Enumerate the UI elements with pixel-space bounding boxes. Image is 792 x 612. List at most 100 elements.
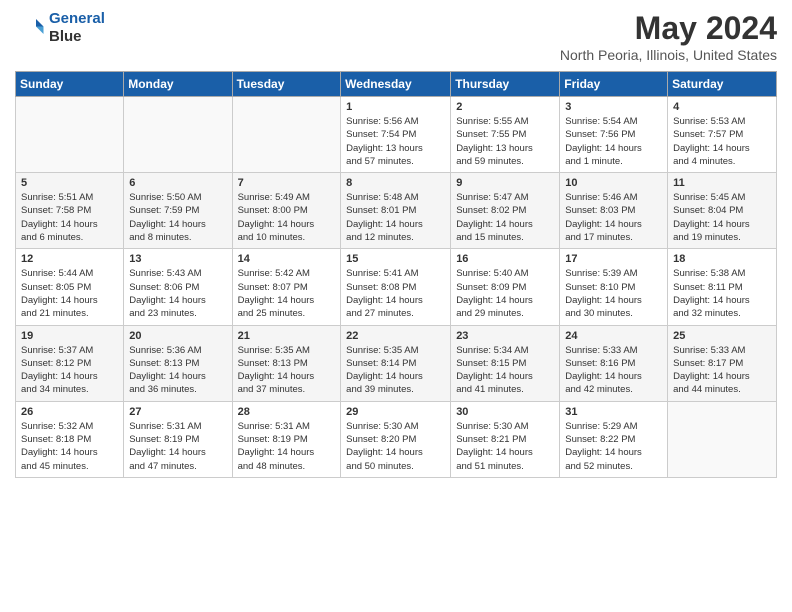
day-number: 24: [565, 330, 662, 342]
calendar-cell: [124, 97, 232, 173]
day-detail: Sunrise: 5:38 AM Sunset: 8:11 PM Dayligh…: [673, 267, 771, 320]
calendar-cell: 29 Sunrise: 5:30 AM Sunset: 8:20 PM Dayli…: [341, 401, 451, 477]
calendar-cell: [16, 97, 124, 173]
calendar-cell: 23 Sunrise: 5:34 AM Sunset: 8:15 PM Dayli…: [451, 325, 560, 401]
day-detail: Sunrise: 5:31 AM Sunset: 8:19 PM Dayligh…: [238, 420, 336, 473]
day-detail: Sunrise: 5:41 AM Sunset: 8:08 PM Dayligh…: [346, 267, 445, 320]
day-detail: Sunrise: 5:45 AM Sunset: 8:04 PM Dayligh…: [673, 191, 771, 244]
day-detail: Sunrise: 5:42 AM Sunset: 8:07 PM Dayligh…: [238, 267, 336, 320]
day-number: 8: [346, 177, 445, 189]
day-detail: Sunrise: 5:40 AM Sunset: 8:09 PM Dayligh…: [456, 267, 554, 320]
calendar-cell: 12 Sunrise: 5:44 AM Sunset: 8:05 PM Dayli…: [16, 249, 124, 325]
day-detail: Sunrise: 5:51 AM Sunset: 7:58 PM Dayligh…: [21, 191, 118, 244]
day-detail: Sunrise: 5:56 AM Sunset: 7:54 PM Dayligh…: [346, 115, 445, 168]
day-number: 11: [673, 177, 771, 189]
day-number: 27: [129, 406, 226, 418]
day-detail: Sunrise: 5:43 AM Sunset: 8:06 PM Dayligh…: [129, 267, 226, 320]
day-detail: Sunrise: 5:34 AM Sunset: 8:15 PM Dayligh…: [456, 344, 554, 397]
day-header-wednesday: Wednesday: [341, 72, 451, 97]
calendar-cell: 16Sunrise: 5:40 AM Sunset: 8:09 PM Dayli…: [451, 249, 560, 325]
day-number: 31: [565, 406, 662, 418]
day-number: 2: [456, 101, 554, 113]
day-number: 12: [21, 253, 118, 265]
day-detail: Sunrise: 5:32 AM Sunset: 8:18 PM Dayligh…: [21, 420, 118, 473]
calendar-header-row: SundayMondayTuesdayWednesdayThursdayFrid…: [16, 72, 777, 97]
calendar-cell: 3 Sunrise: 5:54 AM Sunset: 7:56 PM Daylig…: [560, 97, 668, 173]
day-header-monday: Monday: [124, 72, 232, 97]
day-number: 29: [346, 406, 445, 418]
calendar-cell: 22 Sunrise: 5:35 AM Sunset: 8:14 PM Dayli…: [341, 325, 451, 401]
calendar-cell: 4Sunrise: 5:53 AM Sunset: 7:57 PM Daylig…: [668, 97, 777, 173]
day-header-tuesday: Tuesday: [232, 72, 341, 97]
calendar-cell: 26 Sunrise: 5:32 AM Sunset: 8:18 PM Dayli…: [16, 401, 124, 477]
title-block: May 2024 North Peoria, Illinois, United …: [560, 10, 777, 63]
day-detail: Sunrise: 5:33 AM Sunset: 8:17 PM Dayligh…: [673, 344, 771, 397]
day-number: 9: [456, 177, 554, 189]
calendar-week-3: 12 Sunrise: 5:44 AM Sunset: 8:05 PM Dayli…: [16, 249, 777, 325]
day-header-sunday: Sunday: [16, 72, 124, 97]
day-detail: Sunrise: 5:35 AM Sunset: 8:13 PM Dayligh…: [238, 344, 336, 397]
calendar-cell: 19 Sunrise: 5:37 AM Sunset: 8:12 PM Dayli…: [16, 325, 124, 401]
calendar-cell: [232, 97, 341, 173]
day-detail: Sunrise: 5:30 AM Sunset: 8:20 PM Dayligh…: [346, 420, 445, 473]
calendar-cell: 9Sunrise: 5:47 AM Sunset: 8:02 PM Daylig…: [451, 173, 560, 249]
logo-icon: [15, 13, 45, 43]
calendar-week-2: 5Sunrise: 5:51 AM Sunset: 7:58 PM Daylig…: [16, 173, 777, 249]
day-detail: Sunrise: 5:29 AM Sunset: 8:22 PM Dayligh…: [565, 420, 662, 473]
calendar-cell: 21 Sunrise: 5:35 AM Sunset: 8:13 PM Dayli…: [232, 325, 341, 401]
calendar-cell: 17Sunrise: 5:39 AM Sunset: 8:10 PM Dayli…: [560, 249, 668, 325]
day-number: 15: [346, 253, 445, 265]
logo: General Blue: [15, 10, 105, 46]
day-number: 14: [238, 253, 336, 265]
calendar-cell: 14 Sunrise: 5:42 AM Sunset: 8:07 PM Dayli…: [232, 249, 341, 325]
calendar-cell: 24 Sunrise: 5:33 AM Sunset: 8:16 PM Dayli…: [560, 325, 668, 401]
calendar-cell: 11 Sunrise: 5:45 AM Sunset: 8:04 PM Dayli…: [668, 173, 777, 249]
day-detail: Sunrise: 5:36 AM Sunset: 8:13 PM Dayligh…: [129, 344, 226, 397]
calendar-cell: 31 Sunrise: 5:29 AM Sunset: 8:22 PM Dayli…: [560, 401, 668, 477]
day-detail: Sunrise: 5:30 AM Sunset: 8:21 PM Dayligh…: [456, 420, 554, 473]
day-number: 21: [238, 330, 336, 342]
calendar-cell: [668, 401, 777, 477]
month-year: May 2024: [560, 10, 777, 47]
calendar-week-5: 26 Sunrise: 5:32 AM Sunset: 8:18 PM Dayli…: [16, 401, 777, 477]
day-number: 22: [346, 330, 445, 342]
day-number: 26: [21, 406, 118, 418]
day-number: 6: [129, 177, 226, 189]
calendar-cell: 10Sunrise: 5:46 AM Sunset: 8:03 PM Dayli…: [560, 173, 668, 249]
calendar-cell: 15 Sunrise: 5:41 AM Sunset: 8:08 PM Dayli…: [341, 249, 451, 325]
page-header: General Blue May 2024 North Peoria, Illi…: [15, 10, 777, 63]
calendar-cell: 13 Sunrise: 5:43 AM Sunset: 8:06 PM Dayli…: [124, 249, 232, 325]
day-number: 25: [673, 330, 771, 342]
calendar-table: SundayMondayTuesdayWednesdayThursdayFrid…: [15, 71, 777, 478]
day-detail: Sunrise: 5:31 AM Sunset: 8:19 PM Dayligh…: [129, 420, 226, 473]
day-detail: Sunrise: 5:55 AM Sunset: 7:55 PM Dayligh…: [456, 115, 554, 168]
day-header-thursday: Thursday: [451, 72, 560, 97]
day-number: 23: [456, 330, 554, 342]
calendar-week-1: 1Sunrise: 5:56 AM Sunset: 7:54 PM Daylig…: [16, 97, 777, 173]
day-detail: Sunrise: 5:53 AM Sunset: 7:57 PM Dayligh…: [673, 115, 771, 168]
day-number: 10: [565, 177, 662, 189]
calendar-cell: 2 Sunrise: 5:55 AM Sunset: 7:55 PM Daylig…: [451, 97, 560, 173]
calendar-cell: 6Sunrise: 5:50 AM Sunset: 7:59 PM Daylig…: [124, 173, 232, 249]
day-number: 19: [21, 330, 118, 342]
calendar-week-4: 19 Sunrise: 5:37 AM Sunset: 8:12 PM Dayli…: [16, 325, 777, 401]
day-detail: Sunrise: 5:35 AM Sunset: 8:14 PM Dayligh…: [346, 344, 445, 397]
logo-line2: Blue: [49, 28, 105, 46]
day-number: 20: [129, 330, 226, 342]
logo-line1: General: [49, 10, 105, 27]
day-detail: Sunrise: 5:37 AM Sunset: 8:12 PM Dayligh…: [21, 344, 118, 397]
day-detail: Sunrise: 5:49 AM Sunset: 8:00 PM Dayligh…: [238, 191, 336, 244]
day-number: 30: [456, 406, 554, 418]
day-detail: Sunrise: 5:44 AM Sunset: 8:05 PM Dayligh…: [21, 267, 118, 320]
day-number: 17: [565, 253, 662, 265]
day-detail: Sunrise: 5:33 AM Sunset: 8:16 PM Dayligh…: [565, 344, 662, 397]
day-number: 13: [129, 253, 226, 265]
calendar-cell: 20 Sunrise: 5:36 AM Sunset: 8:13 PM Dayli…: [124, 325, 232, 401]
location: North Peoria, Illinois, United States: [560, 47, 777, 63]
day-detail: Sunrise: 5:54 AM Sunset: 7:56 PM Dayligh…: [565, 115, 662, 168]
calendar-cell: 1Sunrise: 5:56 AM Sunset: 7:54 PM Daylig…: [341, 97, 451, 173]
day-number: 28: [238, 406, 336, 418]
day-number: 3: [565, 101, 662, 113]
calendar-cell: 25 Sunrise: 5:33 AM Sunset: 8:17 PM Dayli…: [668, 325, 777, 401]
calendar-cell: 5Sunrise: 5:51 AM Sunset: 7:58 PM Daylig…: [16, 173, 124, 249]
